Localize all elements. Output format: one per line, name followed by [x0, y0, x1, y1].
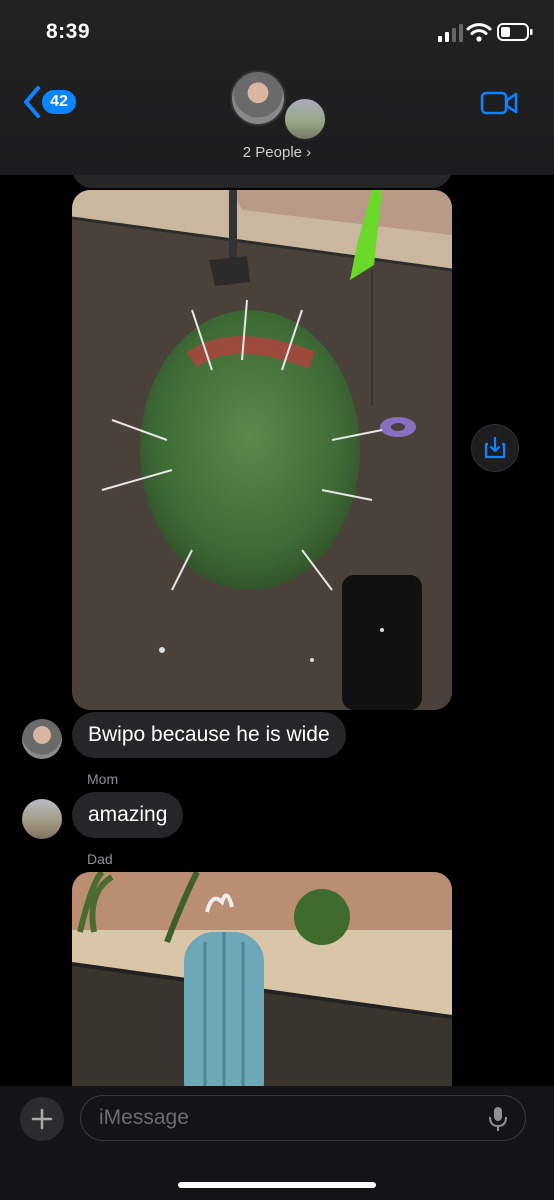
status-time: 8:39: [46, 20, 91, 43]
group-details-link[interactable]: 2 People ›: [0, 144, 554, 161]
save-download-icon: [484, 436, 506, 459]
sender-avatar[interactable]: [22, 799, 62, 839]
microphone-icon[interactable]: [488, 1106, 508, 1132]
conversation-header: 8:39 42 2 People ›: [0, 0, 554, 175]
cactus-photo: [72, 190, 452, 710]
sender-avatar[interactable]: [22, 719, 62, 759]
unread-count-badge[interactable]: 42: [42, 90, 76, 114]
group-avatar-2[interactable]: [283, 97, 327, 141]
save-photo-button[interactable]: [471, 424, 519, 472]
plus-icon: [31, 1108, 53, 1130]
video-camera-icon[interactable]: [480, 90, 518, 116]
battery-icon: [497, 23, 533, 41]
message-input[interactable]: iMessage: [80, 1095, 526, 1141]
message-bubble[interactable]: amazing: [72, 792, 184, 838]
sender-name: Mom: [87, 771, 119, 787]
photo-attachment-blue-cactus[interactable]: [72, 872, 452, 1112]
wifi-icon: [466, 23, 492, 42]
photo-attachment-cactus[interactable]: [72, 190, 452, 710]
blue-cactus-photo: [72, 872, 452, 1112]
home-indicator[interactable]: [178, 1182, 376, 1188]
group-avatar-1[interactable]: [230, 70, 286, 126]
signal-icon: [438, 24, 463, 42]
sender-name: Dad: [87, 851, 113, 867]
apps-button[interactable]: [20, 1097, 64, 1141]
message-bubble[interactable]: Bwipo because he is wide: [72, 712, 346, 758]
